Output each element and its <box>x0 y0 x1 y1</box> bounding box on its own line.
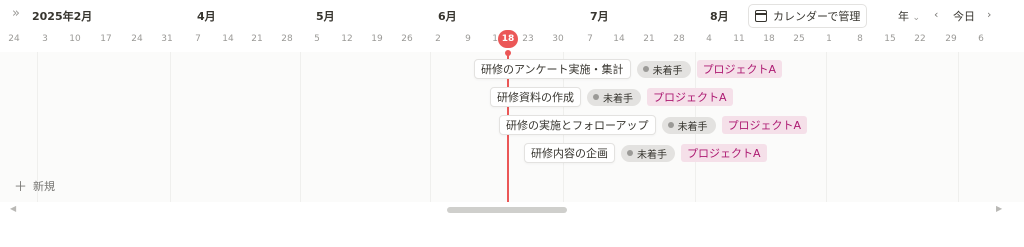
status-label: 未着手 <box>637 149 667 161</box>
chevron-left-icon[interactable]: ‹ <box>934 8 938 21</box>
day-label: 7 <box>587 34 593 44</box>
scrollbar-thumb[interactable] <box>447 207 567 213</box>
month-label: 6月 <box>438 10 457 23</box>
status-badge: 未着手 <box>661 116 716 134</box>
day-label: 4 <box>706 34 712 44</box>
task-title[interactable]: 研修の実施とフォローアップ <box>499 115 656 135</box>
day-label: 29 <box>945 34 957 44</box>
grid-line <box>170 52 171 202</box>
day-label: 30 <box>552 34 564 44</box>
day-label: 23 <box>522 34 534 44</box>
status-dot-icon <box>667 122 674 128</box>
month-label: 8月 <box>710 10 729 23</box>
day-label: 21 <box>643 34 655 44</box>
project-tag: プロジェクトA <box>681 144 767 162</box>
grid-line <box>958 52 959 202</box>
status-badge: 未着手 <box>587 88 641 106</box>
day-label: 11 <box>733 34 745 44</box>
task-title[interactable]: 研修内容の企画 <box>524 143 615 163</box>
day-label: 14 <box>613 34 625 44</box>
scroll-left-arrow-icon[interactable]: ◀ <box>10 204 16 213</box>
timeline-header: » 2025年2月 4月 5月 6月 7月 8月 カレンダーで管理 年 ⌄ ‹ … <box>0 0 1024 30</box>
day-label: 24 <box>8 34 20 44</box>
grid-line <box>300 52 301 202</box>
day-label: 28 <box>673 34 685 44</box>
day-label: 28 <box>281 34 293 44</box>
status-label: 未着手 <box>652 65 683 77</box>
project-tag: プロジェクトA <box>647 88 733 106</box>
status-dot-icon <box>593 94 599 100</box>
task-row[interactable]: 研修資料の作成 未着手 プロジェクトA <box>490 86 733 108</box>
month-label: 5月 <box>316 10 335 23</box>
day-label: 15 <box>884 34 896 44</box>
new-item-label: 新規 <box>33 179 56 193</box>
manage-in-calendar-button[interactable]: カレンダーで管理 <box>748 4 868 28</box>
today-button[interactable]: 今日 <box>953 8 975 24</box>
task-title[interactable]: 研修のアンケート実施・集計 <box>474 59 631 79</box>
project-tag: プロジェクトA <box>721 116 808 134</box>
day-label: 12 <box>341 34 353 44</box>
day-label: 5 <box>314 34 320 44</box>
month-label: 2025年2月 <box>32 10 93 23</box>
task-title[interactable]: 研修資料の作成 <box>490 87 581 107</box>
day-label: 3 <box>42 34 48 44</box>
day-label: 9 <box>465 34 471 44</box>
day-label: 31 <box>161 34 173 44</box>
day-label: 17 <box>100 34 112 44</box>
new-item-button[interactable]: ＋ 新規 <box>14 176 56 196</box>
today-dot <box>505 50 511 56</box>
calendar-icon <box>755 10 767 22</box>
task-row[interactable]: 研修の実施とフォローアップ 未着手 プロジェクトA <box>499 114 808 136</box>
status-label: 未着手 <box>603 93 633 105</box>
day-label: 25 <box>793 34 805 44</box>
chevron-down-icon: ⌄ <box>912 13 921 23</box>
manage-button-label: カレンダーで管理 <box>773 10 861 23</box>
plus-icon: ＋ <box>14 180 28 195</box>
month-label: 7月 <box>590 10 609 23</box>
task-row[interactable]: 研修のアンケート実施・集計 未着手 プロジェクトA <box>474 58 783 80</box>
horizontal-scrollbar[interactable]: ◀ ▶ <box>0 203 1024 217</box>
grid-line <box>826 52 827 202</box>
day-label: 10 <box>69 34 81 44</box>
day-label: 21 <box>251 34 263 44</box>
view-label: 年 <box>898 10 909 23</box>
project-tag: プロジェクトA <box>696 60 783 78</box>
grid-line <box>430 52 431 202</box>
status-label: 未着手 <box>677 121 708 133</box>
chevron-right-icon[interactable]: › <box>987 8 991 21</box>
day-label: 1 <box>826 34 832 44</box>
double-chevron-right-icon[interactable]: » <box>12 6 20 21</box>
status-dot-icon <box>642 66 649 72</box>
month-label: 4月 <box>197 10 216 23</box>
task-row[interactable]: 研修内容の企画 未着手 プロジェクトA <box>524 142 767 164</box>
today-marker: 18 <box>498 30 518 48</box>
status-badge: 未着手 <box>636 60 691 78</box>
day-label: 19 <box>371 34 383 44</box>
status-badge: 未着手 <box>621 144 675 162</box>
day-label: 2 <box>435 34 441 44</box>
scroll-right-arrow-icon[interactable]: ▶ <box>996 204 1002 213</box>
day-label: 14 <box>222 34 234 44</box>
day-label: 6 <box>978 34 984 44</box>
status-dot-icon <box>627 150 633 156</box>
day-label: 24 <box>131 34 143 44</box>
day-label: 7 <box>195 34 201 44</box>
day-label: 22 <box>914 34 926 44</box>
day-label: 18 <box>763 34 775 44</box>
view-selector[interactable]: 年 ⌄ <box>898 8 920 24</box>
day-label: 8 <box>857 34 863 44</box>
day-label: 26 <box>401 34 413 44</box>
